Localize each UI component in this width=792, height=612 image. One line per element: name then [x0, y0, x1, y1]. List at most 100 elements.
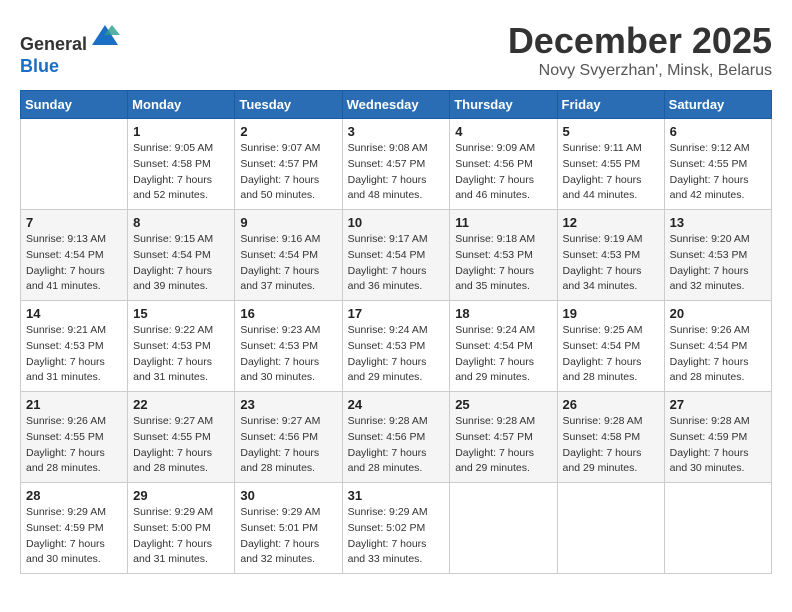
day-number: 21	[26, 397, 122, 412]
calendar-cell: 13 Sunrise: 9:20 AM Sunset: 4:53 PM Dayli…	[664, 210, 771, 301]
day-number: 11	[455, 215, 551, 230]
day-info: Sunrise: 9:29 AM Sunset: 5:02 PM Dayligh…	[348, 505, 445, 568]
day-number: 15	[133, 306, 229, 321]
calendar-cell: 21 Sunrise: 9:26 AM Sunset: 4:55 PM Dayli…	[21, 392, 128, 483]
day-number: 30	[240, 488, 336, 503]
calendar-cell: 23 Sunrise: 9:27 AM Sunset: 4:56 PM Dayli…	[235, 392, 342, 483]
day-number: 26	[563, 397, 659, 412]
title-block: December 2025 Novy Svyerzhan', Minsk, Be…	[508, 20, 772, 80]
weekday-header-saturday: Saturday	[664, 91, 771, 119]
day-number: 14	[26, 306, 122, 321]
calendar-cell: 15Sunrise: 9:22 AM Sunset: 4:53 PM Dayli…	[128, 301, 235, 392]
calendar-cell: 19 Sunrise: 9:25 AM Sunset: 4:54 PM Dayli…	[557, 301, 664, 392]
day-number: 12	[563, 215, 659, 230]
day-number: 16	[240, 306, 336, 321]
day-info: Sunrise: 9:28 AM Sunset: 4:58 PM Dayligh…	[563, 414, 659, 477]
calendar-cell	[664, 483, 771, 574]
day-number: 1	[133, 124, 229, 139]
calendar-week-2: 7 Sunrise: 9:13 AM Sunset: 4:54 PM Daylig…	[21, 210, 772, 301]
day-number: 9	[240, 215, 336, 230]
location-subtitle: Novy Svyerzhan', Minsk, Belarus	[508, 62, 772, 80]
day-number: 24	[348, 397, 445, 412]
day-info: Sunrise: 9:28 AM Sunset: 4:57 PM Dayligh…	[455, 414, 551, 477]
day-info: Sunrise: 9:24 AM Sunset: 4:53 PM Dayligh…	[348, 323, 445, 386]
calendar-week-4: 21 Sunrise: 9:26 AM Sunset: 4:55 PM Dayli…	[21, 392, 772, 483]
weekday-header-sunday: Sunday	[21, 91, 128, 119]
day-number: 4	[455, 124, 551, 139]
calendar-cell: 27Sunrise: 9:28 AM Sunset: 4:59 PM Dayli…	[664, 392, 771, 483]
day-number: 10	[348, 215, 445, 230]
day-info: Sunrise: 9:24 AM Sunset: 4:54 PM Dayligh…	[455, 323, 551, 386]
day-number: 6	[670, 124, 766, 139]
day-info: Sunrise: 9:17 AM Sunset: 4:54 PM Dayligh…	[348, 232, 445, 295]
day-info: Sunrise: 9:09 AM Sunset: 4:56 PM Dayligh…	[455, 141, 551, 204]
weekday-header-thursday: Thursday	[450, 91, 557, 119]
calendar-table: SundayMondayTuesdayWednesdayThursdayFrid…	[20, 90, 772, 574]
calendar-cell: 24 Sunrise: 9:28 AM Sunset: 4:56 PM Dayli…	[342, 392, 450, 483]
calendar-cell: 11 Sunrise: 9:18 AM Sunset: 4:53 PM Dayli…	[450, 210, 557, 301]
day-number: 5	[563, 124, 659, 139]
day-info: Sunrise: 9:11 AM Sunset: 4:55 PM Dayligh…	[563, 141, 659, 204]
day-info: Sunrise: 9:29 AM Sunset: 4:59 PM Dayligh…	[26, 505, 122, 568]
day-info: Sunrise: 9:25 AM Sunset: 4:54 PM Dayligh…	[563, 323, 659, 386]
day-info: Sunrise: 9:07 AM Sunset: 4:57 PM Dayligh…	[240, 141, 336, 204]
calendar-cell: 5 Sunrise: 9:11 AM Sunset: 4:55 PM Daylig…	[557, 119, 664, 210]
calendar-cell: 20Sunrise: 9:26 AM Sunset: 4:54 PM Dayli…	[664, 301, 771, 392]
day-info: Sunrise: 9:12 AM Sunset: 4:55 PM Dayligh…	[670, 141, 766, 204]
calendar-cell	[21, 119, 128, 210]
day-info: Sunrise: 9:13 AM Sunset: 4:54 PM Dayligh…	[26, 232, 122, 295]
calendar-cell: 29 Sunrise: 9:29 AM Sunset: 5:00 PM Dayli…	[128, 483, 235, 574]
calendar-cell: 4 Sunrise: 9:09 AM Sunset: 4:56 PM Daylig…	[450, 119, 557, 210]
day-info: Sunrise: 9:28 AM Sunset: 4:56 PM Dayligh…	[348, 414, 445, 477]
day-number: 22	[133, 397, 229, 412]
day-info: Sunrise: 9:05 AM Sunset: 4:58 PM Dayligh…	[133, 141, 229, 204]
calendar-cell: 10 Sunrise: 9:17 AM Sunset: 4:54 PM Dayli…	[342, 210, 450, 301]
calendar-cell: 26 Sunrise: 9:28 AM Sunset: 4:58 PM Dayli…	[557, 392, 664, 483]
day-info: Sunrise: 9:08 AM Sunset: 4:57 PM Dayligh…	[348, 141, 445, 204]
weekday-header-monday: Monday	[128, 91, 235, 119]
weekday-header-wednesday: Wednesday	[342, 91, 450, 119]
day-number: 29	[133, 488, 229, 503]
calendar-cell: 2 Sunrise: 9:07 AM Sunset: 4:57 PM Daylig…	[235, 119, 342, 210]
day-info: Sunrise: 9:29 AM Sunset: 5:01 PM Dayligh…	[240, 505, 336, 568]
day-info: Sunrise: 9:26 AM Sunset: 4:54 PM Dayligh…	[670, 323, 766, 386]
day-number: 3	[348, 124, 445, 139]
calendar-cell: 22 Sunrise: 9:27 AM Sunset: 4:55 PM Dayli…	[128, 392, 235, 483]
day-info: Sunrise: 9:19 AM Sunset: 4:53 PM Dayligh…	[563, 232, 659, 295]
calendar-cell: 9 Sunrise: 9:16 AM Sunset: 4:54 PM Daylig…	[235, 210, 342, 301]
calendar-cell: 7 Sunrise: 9:13 AM Sunset: 4:54 PM Daylig…	[21, 210, 128, 301]
calendar-cell	[450, 483, 557, 574]
day-info: Sunrise: 9:23 AM Sunset: 4:53 PM Dayligh…	[240, 323, 336, 386]
day-info: Sunrise: 9:26 AM Sunset: 4:55 PM Dayligh…	[26, 414, 122, 477]
day-number: 7	[26, 215, 122, 230]
day-number: 23	[240, 397, 336, 412]
calendar-week-3: 14 Sunrise: 9:21 AM Sunset: 4:53 PM Dayli…	[21, 301, 772, 392]
calendar-cell: 14 Sunrise: 9:21 AM Sunset: 4:53 PM Dayli…	[21, 301, 128, 392]
calendar-cell: 25Sunrise: 9:28 AM Sunset: 4:57 PM Dayli…	[450, 392, 557, 483]
day-info: Sunrise: 9:27 AM Sunset: 4:55 PM Dayligh…	[133, 414, 229, 477]
day-info: Sunrise: 9:18 AM Sunset: 4:53 PM Dayligh…	[455, 232, 551, 295]
calendar-week-5: 28Sunrise: 9:29 AM Sunset: 4:59 PM Dayli…	[21, 483, 772, 574]
calendar-cell: 1 Sunrise: 9:05 AM Sunset: 4:58 PM Daylig…	[128, 119, 235, 210]
calendar-cell: 8Sunrise: 9:15 AM Sunset: 4:54 PM Daylig…	[128, 210, 235, 301]
calendar-cell: 28Sunrise: 9:29 AM Sunset: 4:59 PM Dayli…	[21, 483, 128, 574]
day-number: 17	[348, 306, 445, 321]
day-info: Sunrise: 9:20 AM Sunset: 4:53 PM Dayligh…	[670, 232, 766, 295]
day-number: 2	[240, 124, 336, 139]
weekday-header-row: SundayMondayTuesdayWednesdayThursdayFrid…	[21, 91, 772, 119]
page-header: General Blue December 2025 Novy Svyerzha…	[20, 20, 772, 80]
day-number: 13	[670, 215, 766, 230]
calendar-cell: 30 Sunrise: 9:29 AM Sunset: 5:01 PM Dayli…	[235, 483, 342, 574]
day-info: Sunrise: 9:27 AM Sunset: 4:56 PM Dayligh…	[240, 414, 336, 477]
day-info: Sunrise: 9:29 AM Sunset: 5:00 PM Dayligh…	[133, 505, 229, 568]
calendar-cell: 6 Sunrise: 9:12 AM Sunset: 4:55 PM Daylig…	[664, 119, 771, 210]
day-info: Sunrise: 9:16 AM Sunset: 4:54 PM Dayligh…	[240, 232, 336, 295]
day-number: 19	[563, 306, 659, 321]
day-info: Sunrise: 9:21 AM Sunset: 4:53 PM Dayligh…	[26, 323, 122, 386]
logo: General Blue	[20, 20, 120, 77]
month-title: December 2025	[508, 20, 772, 62]
weekday-header-tuesday: Tuesday	[235, 91, 342, 119]
calendar-week-1: 1 Sunrise: 9:05 AM Sunset: 4:58 PM Daylig…	[21, 119, 772, 210]
day-number: 31	[348, 488, 445, 503]
calendar-cell: 17 Sunrise: 9:24 AM Sunset: 4:53 PM Dayli…	[342, 301, 450, 392]
